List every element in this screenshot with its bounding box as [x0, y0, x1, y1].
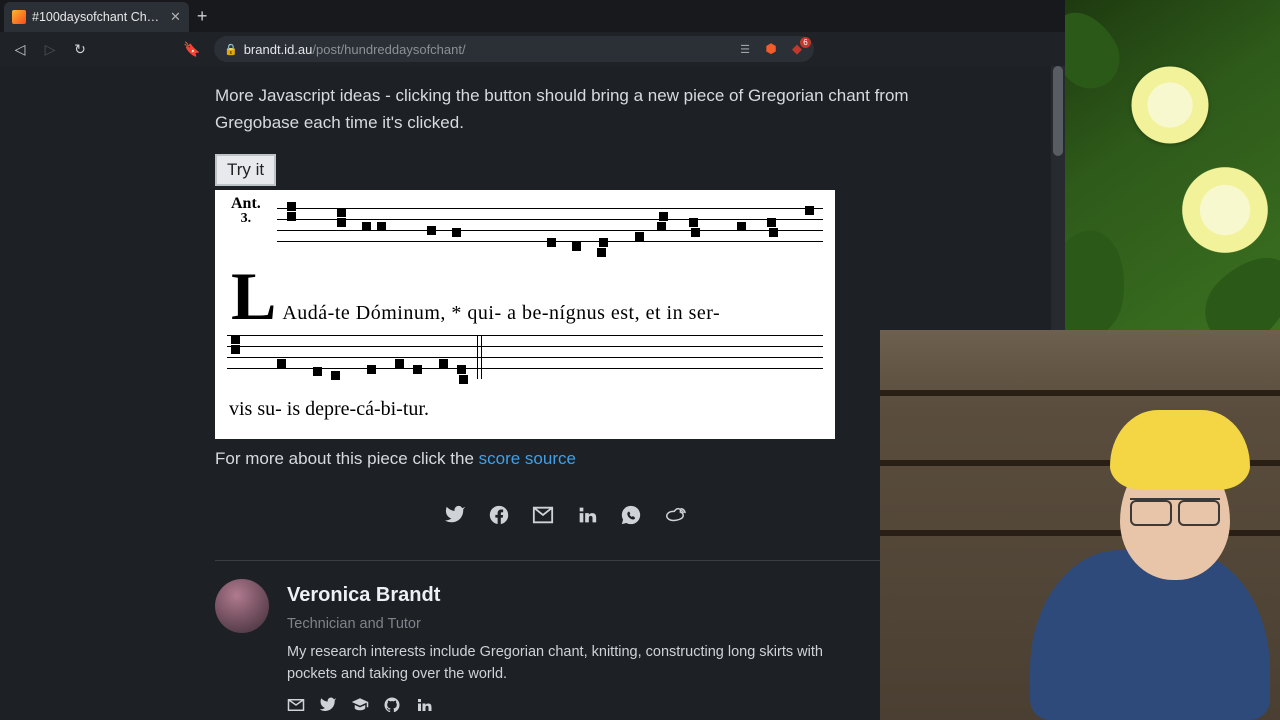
nav-forward-button[interactable]: ▷: [36, 35, 64, 63]
new-tab-button[interactable]: +: [197, 6, 208, 27]
try-it-button[interactable]: Try it: [215, 154, 276, 186]
tab-close-icon[interactable]: ✕: [170, 9, 181, 25]
dropcap: L: [231, 276, 276, 317]
author-name: Veronica Brandt: [287, 579, 847, 611]
author-graduation-icon[interactable]: [351, 695, 369, 720]
score-source-line: For more about this piece click the scor…: [215, 445, 915, 472]
url-host: brandt.id.au: [244, 42, 313, 57]
webcam-person: [1010, 440, 1270, 720]
chant-lyric-line-2: vis su- is depre-cá-bi-tur.: [229, 393, 823, 425]
share-whatsapp-icon[interactable]: [620, 501, 642, 536]
antiphon-label: Ant. 3.: [231, 196, 261, 226]
nav-reload-button[interactable]: ↻: [66, 35, 94, 63]
intro-paragraph: More Javascript ideas - clicking the but…: [215, 82, 915, 136]
brave-shield-icon[interactable]: ⬢: [764, 42, 778, 56]
tab-strip: #100daysofchant Challeng ✕ +: [0, 0, 207, 32]
author-github-icon[interactable]: [383, 695, 401, 720]
share-email-icon[interactable]: [532, 501, 554, 536]
bookmark-icon[interactable]: 🔖: [178, 35, 206, 63]
share-icon-row: [215, 501, 915, 536]
share-weibo-icon[interactable]: [664, 501, 686, 536]
overlay-webcam-feed: [880, 330, 1280, 720]
tab-favicon-icon: [12, 10, 26, 24]
author-bio: My research interests include Gregorian …: [287, 642, 847, 686]
url-bar[interactable]: 🔒 brandt.id.au/post/hundreddaysofchant/ …: [214, 36, 814, 62]
tracker-count-icon[interactable]: ◆: [790, 42, 804, 56]
chant-lyric-line-1: L Audá-te Dóminum, * qui- a be-nígnus es…: [227, 276, 823, 329]
share-twitter-icon[interactable]: [444, 501, 466, 536]
author-social-links: [287, 695, 847, 720]
nav-back-button[interactable]: ◁: [6, 35, 34, 63]
article-content: More Javascript ideas - clicking the but…: [215, 66, 915, 720]
browser-tab[interactable]: #100daysofchant Challeng ✕: [4, 2, 189, 32]
reader-mode-icon[interactable]: ☰: [738, 42, 752, 56]
share-linkedin-icon[interactable]: [576, 501, 598, 536]
author-email-icon[interactable]: [287, 695, 305, 720]
scrollbar-thumb[interactable]: [1053, 66, 1063, 156]
url-path: /post/hundreddaysofchant/: [312, 42, 465, 57]
author-role: Technician and Tutor: [287, 613, 847, 636]
score-source-link[interactable]: score source: [479, 449, 576, 468]
tab-title: #100daysofchant Challeng: [32, 10, 162, 24]
author-twitter-icon[interactable]: [319, 695, 337, 720]
chant-score: Ant. 3.: [215, 190, 835, 439]
author-card: Veronica Brandt Technician and Tutor My …: [215, 579, 915, 720]
author-avatar: [215, 579, 269, 633]
lock-icon: 🔒: [224, 43, 238, 56]
author-linkedin-icon[interactable]: [415, 695, 433, 720]
section-divider: [215, 560, 915, 561]
share-facebook-icon[interactable]: [488, 501, 510, 536]
overlay-flowers-image: [1065, 0, 1280, 330]
